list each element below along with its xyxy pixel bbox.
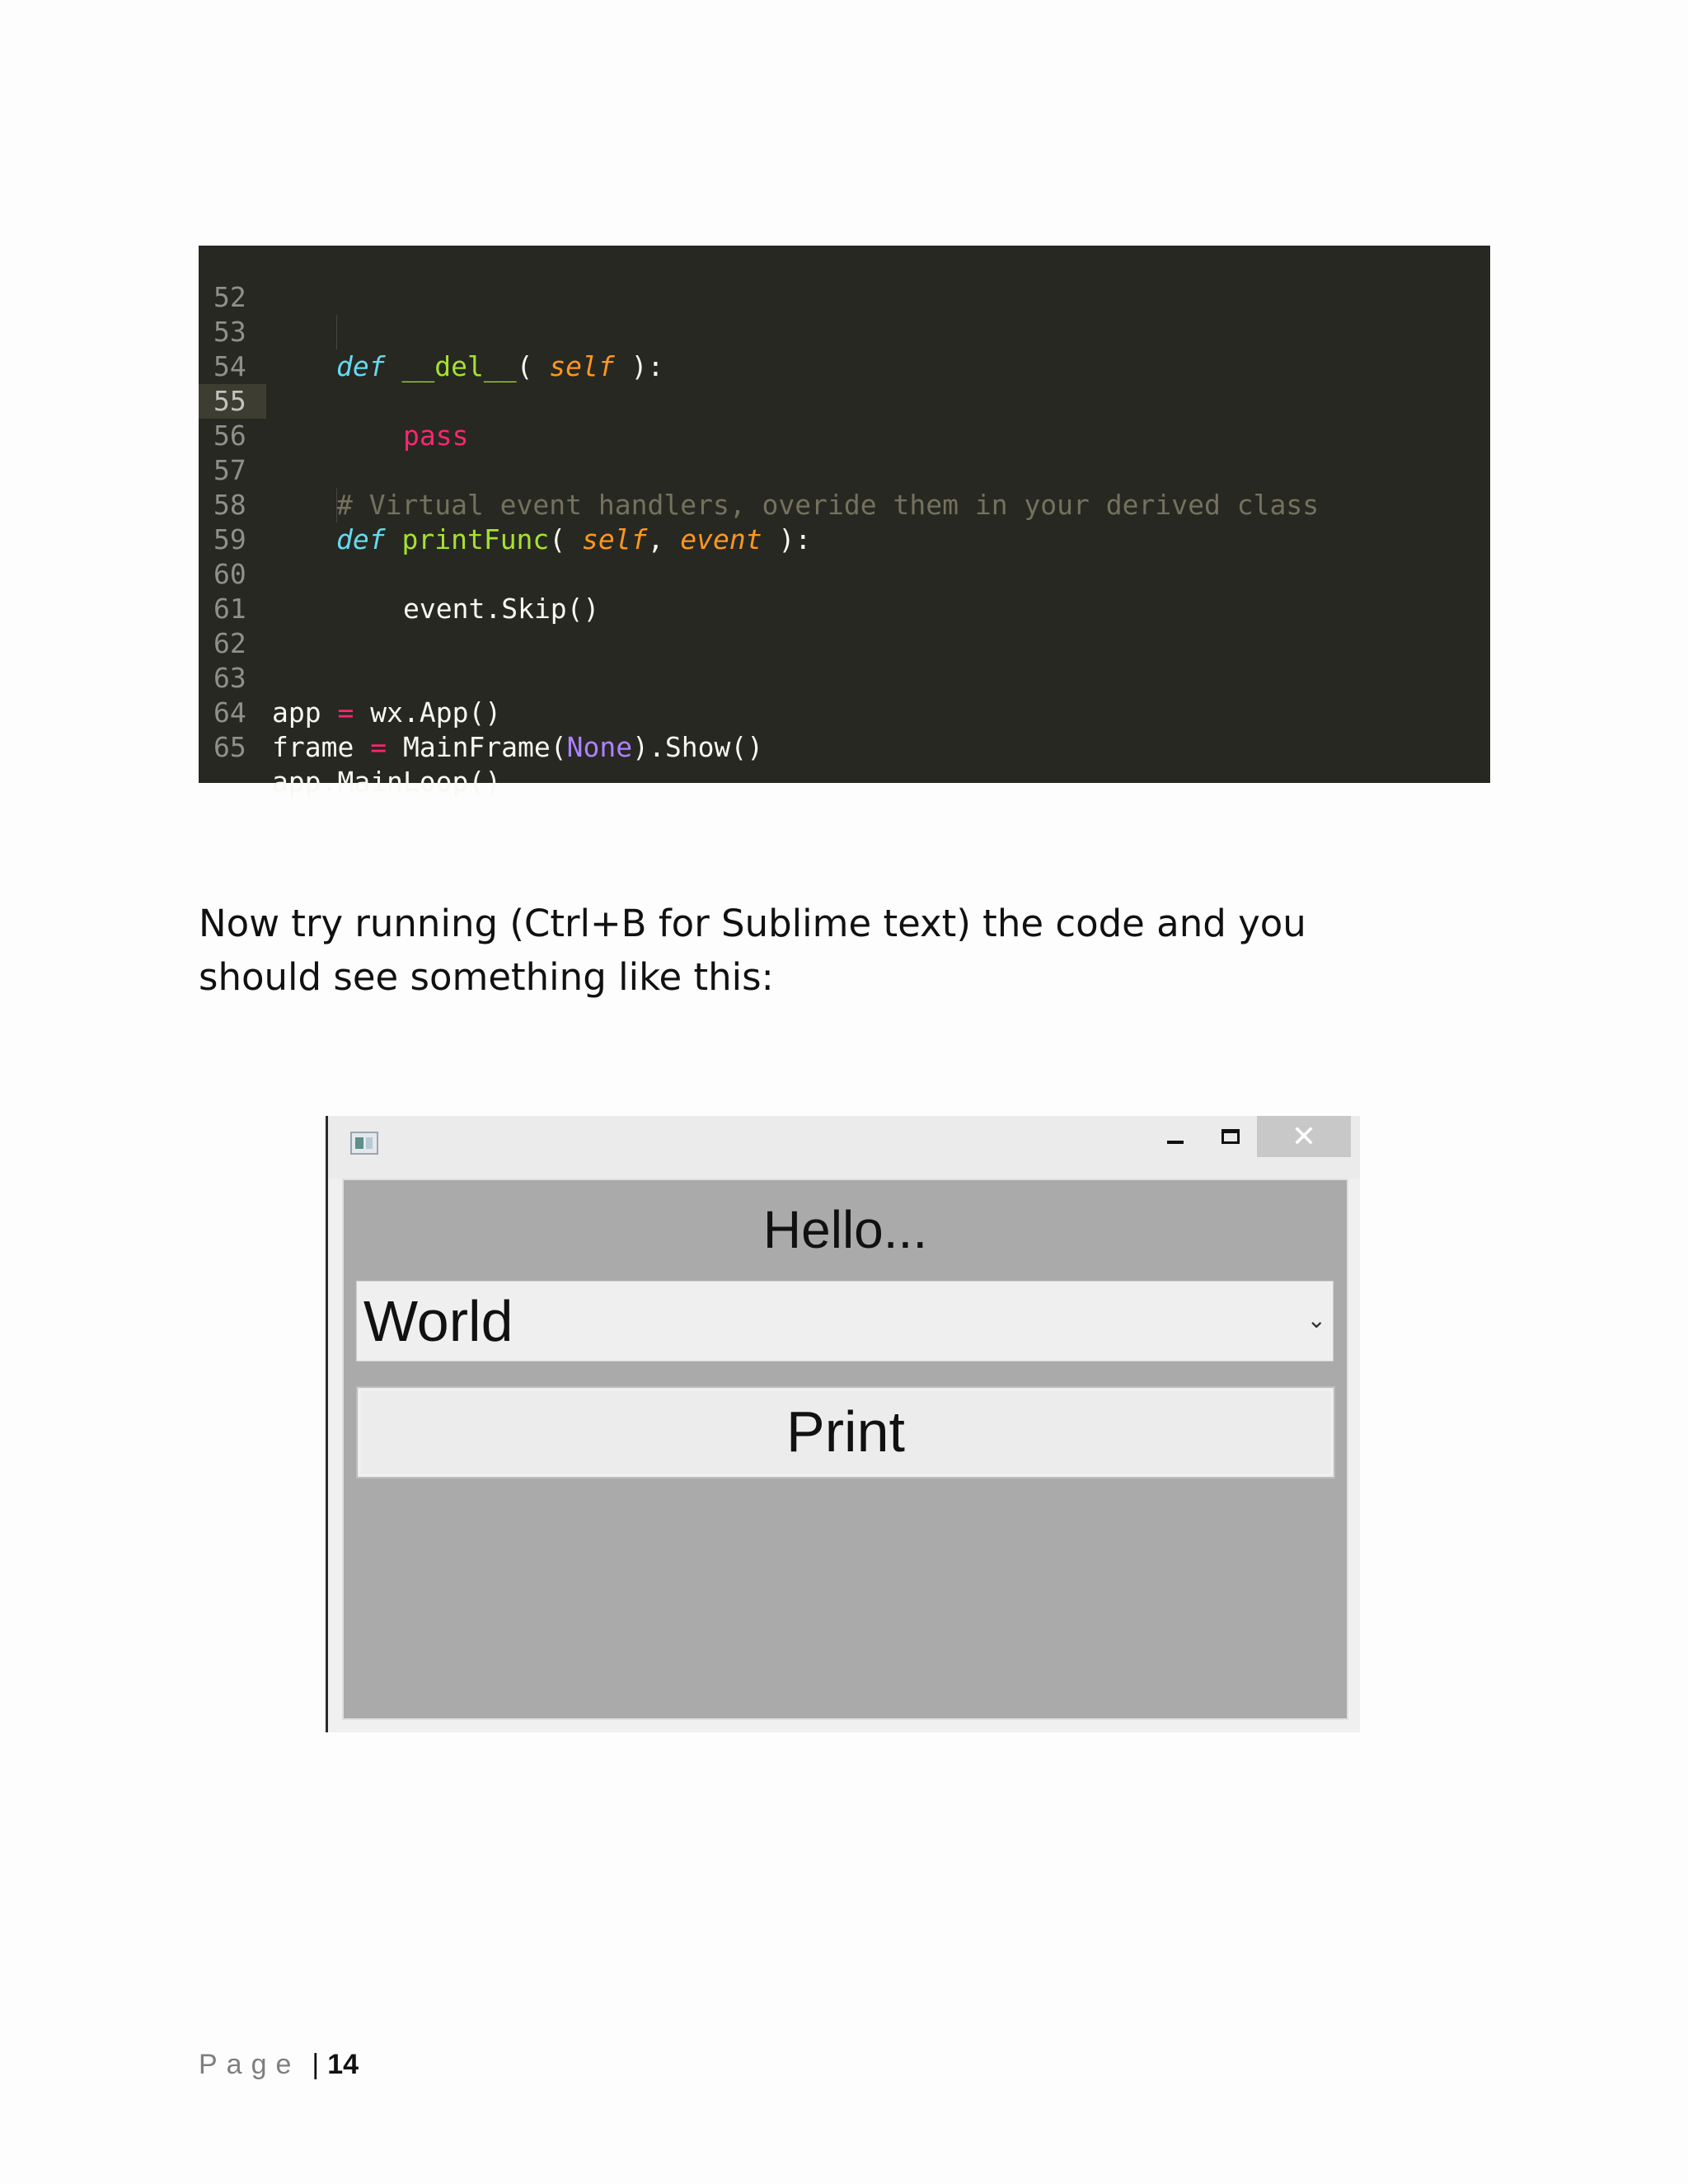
code-line: 59 event.Skip() bbox=[199, 488, 1490, 625]
app-window-screenshot: ✕ Hello... World ⌄ Print bbox=[326, 1116, 1360, 1732]
code-line: 60 bbox=[199, 523, 1490, 590]
indent-guide bbox=[336, 488, 337, 523]
line-number: 65 bbox=[213, 731, 246, 763]
code-line: 63 app = wx.App() bbox=[199, 626, 1490, 729]
dropdown-value: World bbox=[363, 1289, 513, 1353]
minimize-icon[interactable] bbox=[1148, 1116, 1203, 1157]
chevron-down-icon: ⌄ bbox=[1306, 1306, 1326, 1333]
code-line: 57 # Virtual event handlers, overide the… bbox=[199, 419, 1490, 521]
code-line: 54 pass bbox=[199, 315, 1490, 452]
maximize-icon[interactable] bbox=[1203, 1116, 1258, 1157]
indent-guide bbox=[336, 315, 337, 349]
hello-label: Hello... bbox=[762, 1200, 928, 1259]
constant-none: None bbox=[566, 731, 633, 763]
close-icon[interactable]: ✕ bbox=[1257, 1116, 1351, 1157]
paragraph-line: should see something like this: bbox=[199, 955, 774, 999]
code-line-current: 55 bbox=[199, 349, 1490, 419]
page-number: 14 bbox=[327, 2049, 359, 2080]
page-footer: Page | 14 bbox=[199, 2049, 359, 2081]
body-paragraph: Now try running (Ctrl+B for Sublime text… bbox=[199, 897, 1484, 1004]
code-line: 52 bbox=[199, 246, 1490, 313]
code-line: 56 bbox=[199, 384, 1490, 452]
code-screenshot: 52 53 def __del__( self ): 54 pass 55 56… bbox=[199, 246, 1490, 798]
print-button[interactable]: Print bbox=[356, 1386, 1335, 1479]
code-line: 58 def printFunc( self, event ): bbox=[199, 453, 1490, 555]
world-choice-dropdown[interactable]: World ⌄ bbox=[356, 1281, 1334, 1361]
code-line: 61 bbox=[199, 557, 1490, 625]
window-titlebar: ✕ bbox=[328, 1116, 1360, 1179]
code-line: 62 bbox=[199, 592, 1490, 659]
code-text: app.MainLoop() bbox=[272, 766, 502, 798]
app-window-icon bbox=[350, 1132, 378, 1155]
footer-separator: | bbox=[312, 2049, 320, 2080]
page-label: Page bbox=[199, 2049, 301, 2080]
code-line: 65 app.MainLoop() bbox=[199, 696, 1490, 798]
paragraph-line: Now try running (Ctrl+B for Sublime text… bbox=[199, 902, 1306, 945]
code-line: 64 frame = MainFrame(None).Show() bbox=[199, 661, 1490, 763]
window-panel: Hello... World ⌄ Print bbox=[342, 1179, 1348, 1720]
operator: = bbox=[370, 731, 387, 763]
code-line: 53 def __del__( self ): bbox=[199, 280, 1490, 382]
